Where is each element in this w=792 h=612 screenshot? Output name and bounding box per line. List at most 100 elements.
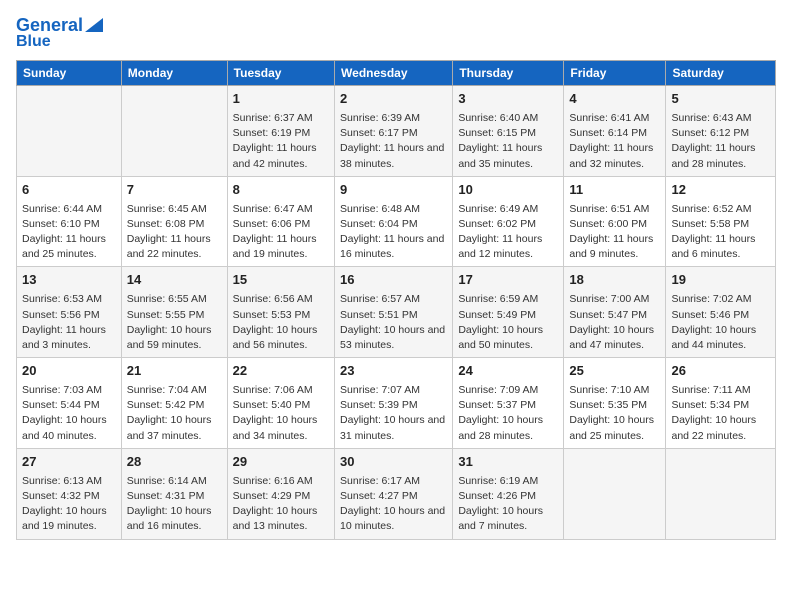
calendar-cell: 17Sunrise: 6:59 AM Sunset: 5:49 PM Dayli… <box>453 267 564 358</box>
day-number: 14 <box>127 271 222 290</box>
logo: General Blue <box>16 16 103 50</box>
logo-text: General <box>16 16 83 34</box>
calendar-body: 1 Sunrise: 6:37 AM Sunset: 6:19 PM Daylig… <box>17 86 776 540</box>
day-number: 13 <box>22 271 116 290</box>
day-number: 25 <box>569 362 660 381</box>
day-number: 3 <box>458 90 558 109</box>
calendar-week-row: 6Sunrise: 6:44 AM Sunset: 6:10 PM Daylig… <box>17 176 776 267</box>
day-content: Sunrise: 7:07 AM Sunset: 5:39 PM Dayligh… <box>340 383 447 444</box>
day-number: 22 <box>233 362 329 381</box>
logo-subtext: Blue <box>16 34 51 50</box>
calendar-cell: 14 Sunrise: 6:55 AM Sunset: 5:55 PM Dayli… <box>121 267 227 358</box>
day-number: 26 <box>671 362 770 381</box>
day-content: Sunrise: 6:51 AM Sunset: 6:00 PM Dayligh… <box>569 202 660 263</box>
calendar-cell: 24 Sunrise: 7:09 AM Sunset: 5:37 PM Dayli… <box>453 358 564 449</box>
calendar-cell: 12 Sunrise: 6:52 AM Sunset: 5:58 PM Dayli… <box>666 176 776 267</box>
day-content: Sunrise: 7:11 AM Sunset: 5:34 PM Dayligh… <box>671 383 770 444</box>
weekday-header-cell: Friday <box>564 61 666 86</box>
calendar-cell <box>121 86 227 177</box>
calendar-cell <box>666 448 776 539</box>
calendar-cell: 15 Sunrise: 6:56 AM Sunset: 5:53 PM Dayli… <box>227 267 334 358</box>
day-content: Sunrise: 7:00 AM Sunset: 5:47 PM Dayligh… <box>569 292 660 353</box>
day-content: Sunrise: 7:09 AM Sunset: 5:37 PM Dayligh… <box>458 383 558 444</box>
calendar-cell: 11Sunrise: 6:51 AM Sunset: 6:00 PM Dayli… <box>564 176 666 267</box>
calendar-cell: 6Sunrise: 6:44 AM Sunset: 6:10 PM Daylig… <box>17 176 122 267</box>
day-number: 29 <box>233 453 329 472</box>
calendar-cell: 21 Sunrise: 7:04 AM Sunset: 5:42 PM Dayli… <box>121 358 227 449</box>
calendar-cell: 29 Sunrise: 6:16 AM Sunset: 4:29 PM Dayli… <box>227 448 334 539</box>
calendar-cell: 10 Sunrise: 6:49 AM Sunset: 6:02 PM Dayli… <box>453 176 564 267</box>
day-content: Sunrise: 7:10 AM Sunset: 5:35 PM Dayligh… <box>569 383 660 444</box>
day-content: Sunrise: 6:47 AM Sunset: 6:06 PM Dayligh… <box>233 202 329 263</box>
calendar-table: SundayMondayTuesdayWednesdayThursdayFrid… <box>16 60 776 540</box>
calendar-cell: 5 Sunrise: 6:43 AM Sunset: 6:12 PM Daylig… <box>666 86 776 177</box>
calendar-cell <box>17 86 122 177</box>
weekday-header-cell: Thursday <box>453 61 564 86</box>
day-content: Sunrise: 6:37 AM Sunset: 6:19 PM Dayligh… <box>233 111 329 172</box>
day-number: 21 <box>127 362 222 381</box>
day-content: Sunrise: 6:43 AM Sunset: 6:12 PM Dayligh… <box>671 111 770 172</box>
calendar-cell: 8 Sunrise: 6:47 AM Sunset: 6:06 PM Daylig… <box>227 176 334 267</box>
day-content: Sunrise: 6:49 AM Sunset: 6:02 PM Dayligh… <box>458 202 558 263</box>
calendar-cell: 16 Sunrise: 6:57 AM Sunset: 5:51 PM Dayli… <box>335 267 453 358</box>
calendar-cell: 1 Sunrise: 6:37 AM Sunset: 6:19 PM Daylig… <box>227 86 334 177</box>
day-content: Sunrise: 6:16 AM Sunset: 4:29 PM Dayligh… <box>233 474 329 535</box>
day-number: 16 <box>340 271 447 290</box>
day-number: 31 <box>458 453 558 472</box>
day-content: Sunrise: 7:02 AM Sunset: 5:46 PM Dayligh… <box>671 292 770 353</box>
calendar-cell: 9Sunrise: 6:48 AM Sunset: 6:04 PM Daylig… <box>335 176 453 267</box>
weekday-header-cell: Sunday <box>17 61 122 86</box>
day-content: Sunrise: 6:56 AM Sunset: 5:53 PM Dayligh… <box>233 292 329 353</box>
day-number: 10 <box>458 181 558 200</box>
day-number: 5 <box>671 90 770 109</box>
day-number: 17 <box>458 271 558 290</box>
day-number: 15 <box>233 271 329 290</box>
calendar-cell: 25 Sunrise: 7:10 AM Sunset: 5:35 PM Dayli… <box>564 358 666 449</box>
calendar-cell: 7Sunrise: 6:45 AM Sunset: 6:08 PM Daylig… <box>121 176 227 267</box>
calendar-cell: 27 Sunrise: 6:13 AM Sunset: 4:32 PM Dayli… <box>17 448 122 539</box>
day-content: Sunrise: 6:57 AM Sunset: 5:51 PM Dayligh… <box>340 292 447 353</box>
day-number: 27 <box>22 453 116 472</box>
day-number: 1 <box>233 90 329 109</box>
day-content: Sunrise: 7:04 AM Sunset: 5:42 PM Dayligh… <box>127 383 222 444</box>
calendar-cell: 2Sunrise: 6:39 AM Sunset: 6:17 PM Daylig… <box>335 86 453 177</box>
day-number: 20 <box>22 362 116 381</box>
day-number: 6 <box>22 181 116 200</box>
day-number: 19 <box>671 271 770 290</box>
day-content: Sunrise: 6:53 AM Sunset: 5:56 PM Dayligh… <box>22 292 116 353</box>
calendar-cell: 28 Sunrise: 6:14 AM Sunset: 4:31 PM Dayli… <box>121 448 227 539</box>
calendar-week-row: 27 Sunrise: 6:13 AM Sunset: 4:32 PM Dayli… <box>17 448 776 539</box>
day-number: 30 <box>340 453 447 472</box>
day-number: 9 <box>340 181 447 200</box>
day-number: 28 <box>127 453 222 472</box>
calendar-cell: 18 Sunrise: 7:00 AM Sunset: 5:47 PM Dayli… <box>564 267 666 358</box>
day-number: 24 <box>458 362 558 381</box>
calendar-cell: 20 Sunrise: 7:03 AM Sunset: 5:44 PM Dayli… <box>17 358 122 449</box>
day-number: 18 <box>569 271 660 290</box>
day-content: Sunrise: 6:55 AM Sunset: 5:55 PM Dayligh… <box>127 292 222 353</box>
weekday-header-cell: Tuesday <box>227 61 334 86</box>
weekday-header-row: SundayMondayTuesdayWednesdayThursdayFrid… <box>17 61 776 86</box>
calendar-cell <box>564 448 666 539</box>
calendar-cell: 13 Sunrise: 6:53 AM Sunset: 5:56 PM Dayli… <box>17 267 122 358</box>
day-content: Sunrise: 7:06 AM Sunset: 5:40 PM Dayligh… <box>233 383 329 444</box>
day-number: 23 <box>340 362 447 381</box>
day-content: Sunrise: 6:52 AM Sunset: 5:58 PM Dayligh… <box>671 202 770 263</box>
weekday-header-cell: Monday <box>121 61 227 86</box>
calendar-cell: 23 Sunrise: 7:07 AM Sunset: 5:39 PM Dayli… <box>335 358 453 449</box>
day-number: 12 <box>671 181 770 200</box>
day-content: Sunrise: 6:39 AM Sunset: 6:17 PM Dayligh… <box>340 111 447 172</box>
day-number: 4 <box>569 90 660 109</box>
weekday-header-cell: Saturday <box>666 61 776 86</box>
day-content: Sunrise: 6:17 AM Sunset: 4:27 PM Dayligh… <box>340 474 447 535</box>
calendar-cell: 4Sunrise: 6:41 AM Sunset: 6:14 PM Daylig… <box>564 86 666 177</box>
day-content: Sunrise: 6:19 AM Sunset: 4:26 PM Dayligh… <box>458 474 558 535</box>
calendar-cell: 31 Sunrise: 6:19 AM Sunset: 4:26 PM Dayli… <box>453 448 564 539</box>
day-content: Sunrise: 6:13 AM Sunset: 4:32 PM Dayligh… <box>22 474 116 535</box>
calendar-cell: 30 Sunrise: 6:17 AM Sunset: 4:27 PM Dayli… <box>335 448 453 539</box>
day-content: Sunrise: 6:14 AM Sunset: 4:31 PM Dayligh… <box>127 474 222 535</box>
day-number: 8 <box>233 181 329 200</box>
calendar-cell: 19 Sunrise: 7:02 AM Sunset: 5:46 PM Dayli… <box>666 267 776 358</box>
day-content: Sunrise: 7:03 AM Sunset: 5:44 PM Dayligh… <box>22 383 116 444</box>
page-header: General Blue <box>16 16 776 50</box>
